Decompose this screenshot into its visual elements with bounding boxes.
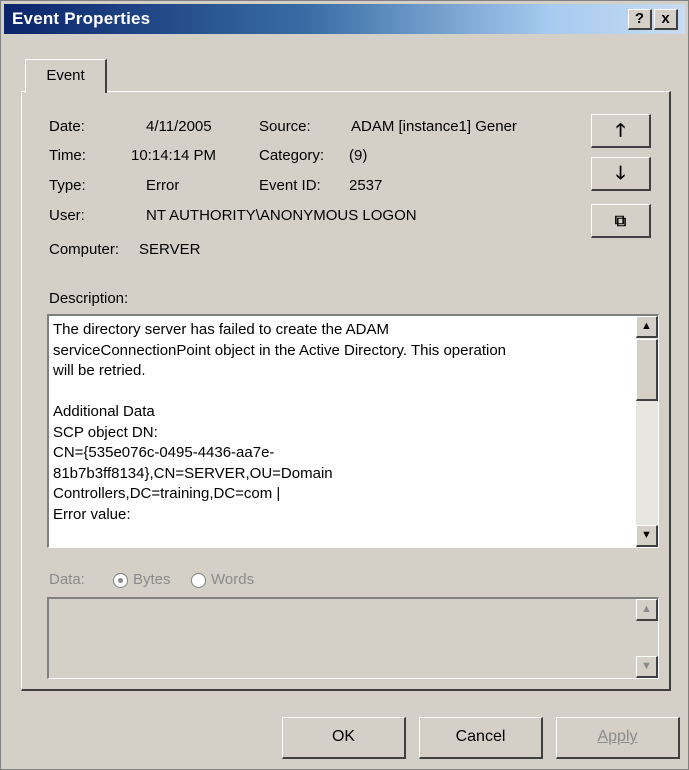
description-line: SCP object DN:: [53, 423, 158, 441]
description-textbox[interactable]: The directory server has failed to creat…: [47, 314, 659, 548]
description-text: The directory server has failed to creat…: [53, 320, 633, 525]
words-radio[interactable]: [191, 573, 206, 588]
help-button[interactable]: ?: [628, 9, 652, 30]
description-line: CN={535e076c-0495-4436-aa7e-: [53, 444, 275, 461]
close-icon: x: [661, 10, 670, 27]
ok-label: OK: [331, 728, 356, 745]
apply-label: Apply: [597, 728, 638, 745]
copy-button[interactable]: ⧉: [591, 204, 651, 238]
description-line: will be retried.: [53, 362, 146, 379]
data-scrollbar[interactable]: ▲ ▼: [636, 599, 658, 678]
bytes-radio[interactable]: [113, 573, 128, 588]
description-label: Description:: [49, 290, 129, 307]
event-id-label: Event ID:: [259, 177, 321, 194]
date-value: 4/11/2005: [146, 118, 212, 135]
title-bar[interactable]: Event Properties ? x: [4, 4, 685, 34]
description-line: 81b7b3ff8134},CN=SERVER,OU=Domain: [53, 464, 333, 482]
time-value: 10:14:14 PM: [131, 147, 217, 164]
date-label: Date:: [49, 118, 85, 135]
arrow-up-icon: 🡑: [615, 120, 626, 140]
scroll-down-button[interactable]: ▼: [636, 525, 658, 547]
scroll-thumb[interactable]: [636, 339, 658, 401]
user-value: NT AUTHORITY\ANONYMOUS LOGON: [146, 207, 417, 224]
close-button[interactable]: x: [654, 9, 678, 30]
scroll-up-icon: ▲: [641, 603, 652, 615]
scroll-up-icon: ▲: [641, 320, 652, 332]
time-label: Time:: [49, 147, 86, 164]
help-icon: ?: [634, 10, 645, 27]
category-label: Category:: [259, 147, 325, 164]
ok-button[interactable]: OK: [282, 717, 406, 759]
description-line: serviceConnectionPoint object in the Act…: [53, 341, 507, 359]
arrow-down-icon: 🡓: [615, 163, 626, 183]
category-value: (9): [349, 147, 368, 164]
description-scrollbar[interactable]: ▲ ▼: [636, 316, 658, 547]
tab-event[interactable]: Event: [25, 59, 107, 93]
scroll-down-icon: ▼: [641, 529, 652, 541]
previous-event-button[interactable]: 🡑: [591, 114, 651, 148]
event-id-value: 2537: [349, 177, 383, 194]
computer-label: Computer:: [49, 241, 120, 258]
type-value: Error: [146, 177, 180, 194]
data-scroll-up-button[interactable]: ▲: [636, 599, 658, 621]
bytes-label: Bytes: [133, 571, 171, 588]
apply-button[interactable]: Apply: [556, 717, 680, 759]
description-line: Error value:: [53, 505, 131, 523]
words-label: Words: [211, 571, 255, 588]
description-line: Controllers,DC=training,DC=com |: [53, 485, 281, 502]
description-line: Additional Data: [53, 403, 155, 420]
copy-icon: ⧉: [614, 213, 627, 230]
source-label: Source:: [259, 118, 311, 135]
scroll-down-icon: ▼: [641, 660, 652, 672]
data-scroll-down-button[interactable]: ▼: [636, 656, 658, 678]
scroll-up-button[interactable]: ▲: [636, 316, 658, 338]
description-line: [53, 382, 633, 403]
event-properties-window: Event Properties ? x Event Date: 4/11/20…: [0, 0, 689, 770]
data-textbox[interactable]: ▲ ▼: [47, 597, 659, 679]
type-label: Type:: [49, 177, 86, 194]
cancel-button[interactable]: Cancel: [419, 717, 543, 759]
cancel-label: Cancel: [455, 728, 506, 745]
window-title: Event Properties: [12, 9, 151, 28]
next-event-button[interactable]: 🡓: [591, 157, 651, 191]
source-value: ADAM [instance1] Gener: [351, 118, 517, 135]
user-label: User:: [49, 207, 85, 224]
tab-event-label: Event: [46, 67, 85, 84]
computer-value: SERVER: [139, 241, 201, 258]
data-label: Data:: [49, 571, 85, 588]
description-line: The directory server has failed to creat…: [53, 321, 389, 338]
